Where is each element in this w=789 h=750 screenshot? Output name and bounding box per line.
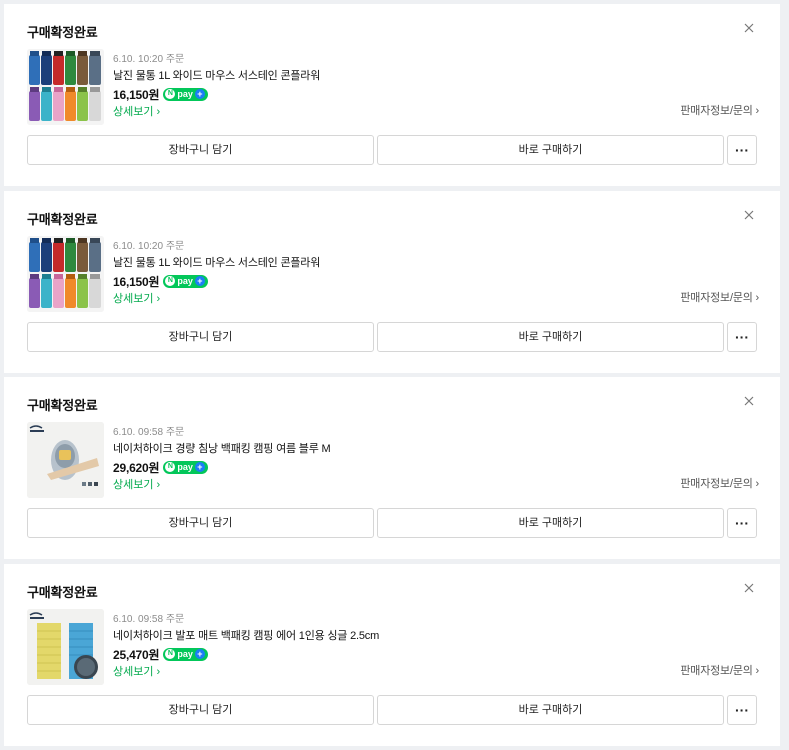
order-date: 6.10. 10:20 주문 [113, 241, 185, 252]
product-name[interactable]: 날진 물통 1L 와이드 마우스 서스테인 콘플라워 [113, 255, 633, 272]
product-price: 29,620원 [113, 460, 160, 475]
more-options-button[interactable]: ··· [727, 695, 757, 725]
order-info: 6.10. 09:58 주문 네이처하이크 경량 침낭 백패킹 캠핑 여름 블루… [113, 426, 633, 493]
order-info: 6.10. 09:58 주문 네이처하이크 발포 매트 백패킹 캠핑 에어 1인… [113, 613, 633, 680]
more-options-button[interactable]: ··· [727, 322, 757, 352]
order-card: 구매확정완료 [4, 191, 780, 373]
product-thumbnail[interactable] [27, 49, 104, 125]
order-date: 6.10. 09:58 주문 [113, 427, 185, 438]
plus-icon: + [194, 89, 205, 99]
seller-info-label: 판매자정보/문의 [680, 105, 753, 117]
detail-label: 상세보기 [113, 479, 154, 491]
order-date: 6.10. 09:58 주문 [113, 614, 185, 625]
npay-badge: N pay + [163, 460, 208, 474]
plus-icon: + [194, 462, 205, 472]
detail-link[interactable]: 상세보기 › [113, 665, 160, 680]
buy-now-button[interactable]: 바로 구매하기 [377, 322, 724, 352]
buy-now-button[interactable]: 바로 구매하기 [377, 135, 724, 165]
product-thumbnail[interactable] [27, 609, 104, 685]
npay-pay-label: pay [177, 275, 193, 286]
order-list: 구매확정완료 6.10. 10:20 주문 날진 물통 1L 와이드 마우스 서… [0, 0, 789, 750]
product-name[interactable]: 네이처하이크 발포 매트 백패킹 캠핑 에어 1인용 싱글 2.5cm [113, 628, 633, 645]
bottles-image [27, 236, 104, 312]
bottles-image [27, 49, 104, 125]
product-price: 25,470원 [113, 647, 160, 662]
npay-n-icon: N [165, 649, 176, 659]
sleeping-bag-image [27, 422, 104, 498]
chevron-right-icon: › [156, 479, 161, 491]
plus-icon: + [194, 276, 205, 286]
order-status: 구매확정완료 [27, 25, 98, 40]
foam-mat-image [27, 609, 104, 685]
product-name[interactable]: 네이처하이크 경량 침낭 백패킹 캠핑 여름 블루 M [113, 441, 633, 458]
plus-icon: + [194, 649, 205, 659]
price-row: 29,620원 N pay + [113, 459, 633, 475]
add-to-cart-button[interactable]: 장바구니 담기 [27, 695, 374, 725]
close-icon[interactable] [742, 581, 756, 595]
detail-link[interactable]: 상세보기 › [113, 478, 160, 493]
npay-pay-label: pay [177, 461, 193, 472]
add-to-cart-button[interactable]: 장바구니 담기 [27, 135, 374, 165]
price-row: 16,150원 N pay + [113, 86, 633, 102]
chevron-right-icon: › [755, 292, 760, 304]
detail-label: 상세보기 [113, 666, 154, 678]
npay-n-icon: N [165, 276, 176, 286]
order-info: 6.10. 10:20 주문 날진 물통 1L 와이드 마우스 서스테인 콘플라… [113, 53, 633, 120]
chevron-right-icon: › [156, 293, 161, 305]
order-card: 구매확정완료 [4, 564, 780, 746]
npay-pay-label: pay [177, 88, 193, 99]
chevron-right-icon: › [755, 665, 760, 677]
npay-n-icon: N [165, 462, 176, 472]
seller-info-label: 판매자정보/문의 [680, 478, 753, 490]
seller-info-link[interactable]: 판매자정보/문의 › [680, 289, 759, 305]
product-name[interactable]: 날진 물통 1L 와이드 마우스 서스테인 콘플라워 [113, 68, 633, 85]
more-options-button[interactable]: ··· [727, 508, 757, 538]
close-icon[interactable] [742, 21, 756, 35]
order-info: 6.10. 10:20 주문 날진 물통 1L 와이드 마우스 서스테인 콘플라… [113, 240, 633, 307]
product-price: 16,150원 [113, 274, 160, 289]
product-price: 16,150원 [113, 87, 160, 102]
buy-now-button[interactable]: 바로 구매하기 [377, 508, 724, 538]
order-status: 구매확정완료 [27, 585, 98, 600]
seller-info-link[interactable]: 판매자정보/문의 › [680, 475, 759, 491]
add-to-cart-button[interactable]: 장바구니 담기 [27, 508, 374, 538]
add-to-cart-button[interactable]: 장바구니 담기 [27, 322, 374, 352]
price-row: 25,470원 N pay + [113, 646, 633, 662]
npay-badge: N pay + [163, 647, 208, 661]
product-thumbnail[interactable] [27, 422, 104, 498]
seller-info-label: 판매자정보/문의 [680, 292, 753, 304]
product-thumbnail[interactable] [27, 236, 104, 312]
npay-n-icon: N [165, 89, 176, 99]
npay-badge: N pay + [163, 87, 208, 101]
chevron-right-icon: › [755, 478, 760, 490]
npay-badge: N pay + [163, 274, 208, 288]
detail-link[interactable]: 상세보기 › [113, 292, 160, 307]
detail-label: 상세보기 [113, 106, 154, 118]
order-date: 6.10. 10:20 주문 [113, 54, 185, 65]
order-status: 구매확정완료 [27, 398, 98, 413]
close-icon[interactable] [742, 208, 756, 222]
price-row: 16,150원 N pay + [113, 273, 633, 289]
more-options-button[interactable]: ··· [727, 135, 757, 165]
npay-pay-label: pay [177, 648, 193, 659]
order-status: 구매확정완료 [27, 212, 98, 227]
seller-info-label: 판매자정보/문의 [680, 665, 753, 677]
seller-info-link[interactable]: 판매자정보/문의 › [680, 662, 759, 678]
order-card: 구매확정완료 [4, 4, 780, 186]
detail-link[interactable]: 상세보기 › [113, 105, 160, 120]
buy-now-button[interactable]: 바로 구매하기 [377, 695, 724, 725]
chevron-right-icon: › [755, 105, 760, 117]
chevron-right-icon: › [156, 106, 161, 118]
chevron-right-icon: › [156, 666, 161, 678]
order-card: 구매확정완료 6.10. 09:58 주문 네이처하이크 경량 침낭 백패킹 캠… [4, 377, 780, 559]
close-icon[interactable] [742, 394, 756, 408]
seller-info-link[interactable]: 판매자정보/문의 › [680, 102, 759, 118]
detail-label: 상세보기 [113, 293, 154, 305]
